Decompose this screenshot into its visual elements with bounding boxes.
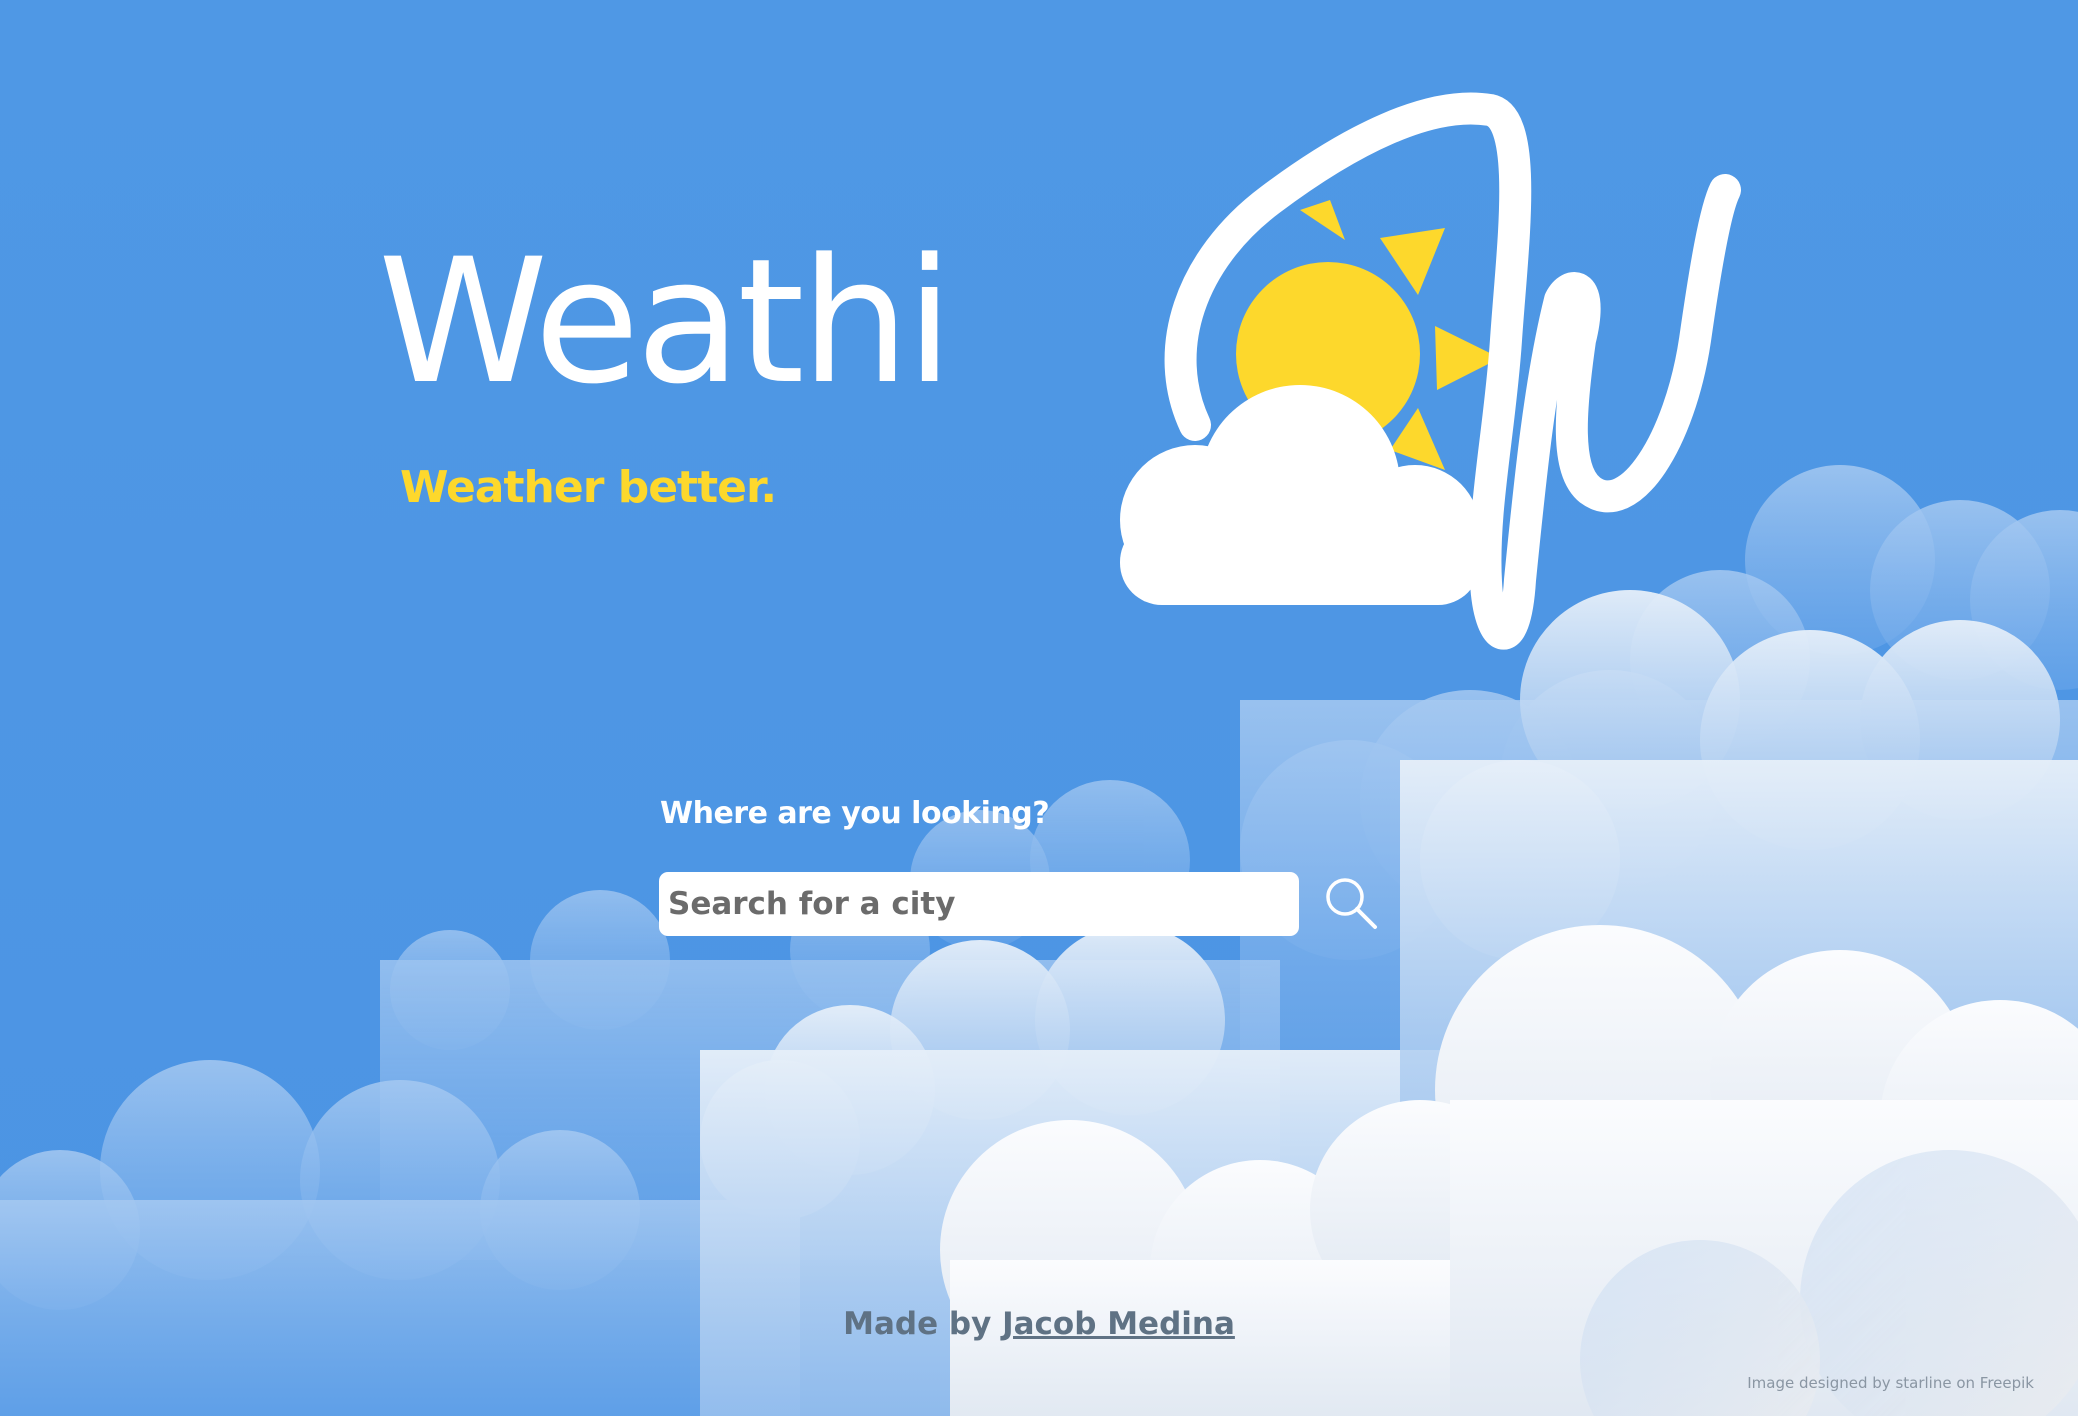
image-credit: Image designed by starline on Freepik	[1747, 1374, 2034, 1392]
search-button[interactable]	[1320, 872, 1384, 936]
author-link[interactable]: Jacob Medina	[1002, 1306, 1235, 1342]
search-icon	[1326, 878, 1377, 929]
made-by-text: Made by	[843, 1306, 992, 1342]
footer: Made by Jacob Medina	[0, 1306, 2078, 1342]
weathi-logo	[1100, 90, 1840, 710]
search-label: Where are you looking?	[660, 796, 1050, 831]
city-search-input[interactable]	[659, 872, 1299, 936]
app-title: Weathi	[378, 221, 953, 422]
app-tagline: Weather better.	[400, 462, 777, 513]
